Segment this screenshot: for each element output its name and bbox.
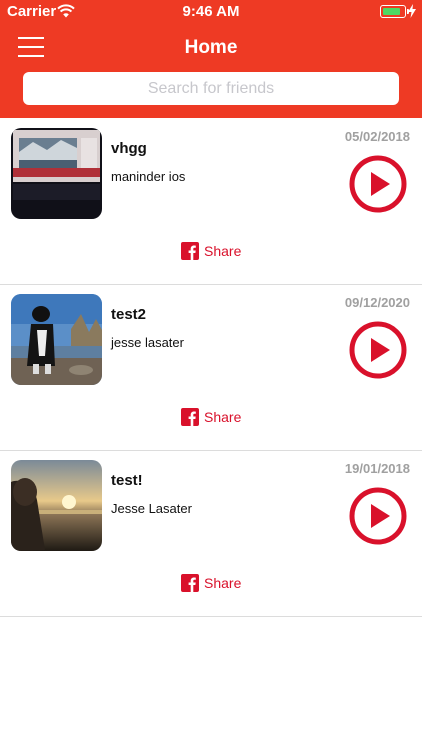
list-item[interactable]: vhgg maninder ios 05/02/2018 Share: [0, 118, 422, 285]
facebook-icon: [181, 574, 199, 592]
video-username: maninder ios: [111, 169, 186, 184]
search-input[interactable]: [23, 72, 399, 105]
list-item[interactable]: test! Jesse Lasater 19/01/2018 Share: [0, 450, 422, 617]
nav-header: Carrier 9:46 AM Home: [0, 0, 422, 118]
facebook-icon: [181, 408, 199, 426]
video-date: 19/01/2018: [344, 461, 410, 476]
facebook-share-button[interactable]: Share: [181, 242, 241, 260]
clock-time: 9:46 AM: [182, 3, 240, 20]
battery-icon: [380, 5, 409, 18]
video-title: test!: [111, 472, 143, 489]
video-date: 05/02/2018: [344, 129, 410, 144]
share-label: Share: [204, 575, 242, 591]
share-label: Share: [204, 409, 242, 425]
charging-bolt-icon: [408, 4, 416, 18]
play-icon[interactable]: [349, 321, 407, 379]
video-thumbnail[interactable]: [11, 460, 102, 551]
facebook-share-button[interactable]: Share: [181, 574, 241, 592]
video-thumbnail[interactable]: [11, 128, 102, 219]
play-icon[interactable]: [349, 487, 407, 545]
video-username: jesse lasater: [111, 335, 184, 350]
page-title: Home: [184, 37, 238, 58]
video-thumbnail[interactable]: [11, 294, 102, 385]
video-date: 09/12/2020: [344, 295, 410, 310]
video-username: Jesse Lasater: [111, 501, 192, 516]
video-title: test2: [111, 306, 147, 323]
share-label: Share: [204, 243, 242, 259]
video-title: vhgg: [111, 140, 147, 157]
facebook-share-button[interactable]: Share: [181, 408, 241, 426]
facebook-icon: [181, 242, 199, 260]
list-item[interactable]: test2 jesse lasater 09/12/2020 Share: [0, 284, 422, 451]
status-bar: Carrier 9:46 AM: [0, 0, 422, 24]
play-icon[interactable]: [349, 155, 407, 213]
